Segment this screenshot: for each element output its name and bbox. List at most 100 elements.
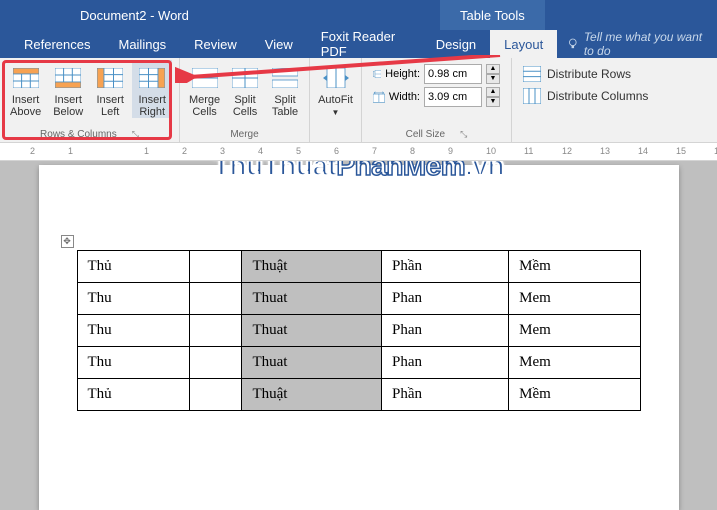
ruler-tick: 13: [600, 146, 610, 156]
table-move-handle-icon[interactable]: ✥: [61, 235, 74, 248]
insert-above-button[interactable]: InsertAbove: [5, 60, 46, 118]
autofit-label: AutoFit: [318, 94, 353, 106]
table-cell[interactable]: Thuật: [242, 379, 382, 411]
width-down-button[interactable]: ▼: [486, 97, 500, 107]
group-rows-columns: InsertAbove InsertBelow InsertLeft Inser…: [0, 58, 180, 142]
ruler-tick: 1: [144, 146, 149, 156]
table-cell[interactable]: Mềm: [509, 379, 640, 411]
table-cell[interactable]: Thuat: [242, 283, 382, 315]
table-cell[interactable]: Phần: [382, 251, 509, 283]
table-row[interactable]: Thủ ThuậtPhầnMềm: [77, 251, 640, 283]
insert-right-button[interactable]: InsertRight: [132, 60, 172, 118]
table-cell[interactable]: Phan: [382, 283, 509, 315]
group-distribute: Distribute Rows Distribute Columns: [512, 58, 662, 142]
table-row[interactable]: Thu ThuatPhanMem: [77, 283, 640, 315]
insert-right-label: InsertRight: [138, 94, 166, 118]
height-input[interactable]: [424, 64, 482, 84]
table-cell[interactable]: Thuật: [242, 251, 382, 283]
merge-cells-button[interactable]: MergeCells: [185, 60, 224, 118]
table-cell[interactable]: Thuat: [242, 347, 382, 379]
window-title: Document2 - Word: [80, 8, 189, 23]
table-cell[interactable]: Thu: [77, 315, 190, 347]
table-cell[interactable]: [190, 379, 242, 411]
insert-above-icon: [13, 68, 39, 88]
table-row[interactable]: Thu ThuatPhanMem: [77, 315, 640, 347]
table-cell[interactable]: Thủ: [77, 379, 190, 411]
ruler-tick: 2: [30, 146, 35, 156]
tab-foxit[interactable]: Foxit Reader PDF: [307, 30, 422, 58]
tab-layout[interactable]: Layout: [490, 30, 557, 58]
distribute-rows-button[interactable]: Distribute Rows: [523, 66, 651, 82]
table-cell[interactable]: Phần: [382, 379, 509, 411]
merge-cells-label: MergeCells: [189, 94, 220, 118]
table-cell[interactable]: [190, 283, 242, 315]
table-cell[interactable]: Thu: [77, 347, 190, 379]
tell-me-text: Tell me what you want to do: [584, 30, 707, 58]
distribute-columns-button[interactable]: Distribute Columns: [523, 88, 651, 104]
height-label: Height:: [385, 68, 420, 80]
ruler-tick: 14: [638, 146, 648, 156]
cell-size-dialog-launcher-icon[interactable]: ⤡: [460, 129, 467, 140]
ruler-tick: 11: [524, 146, 533, 156]
distribute-rows-icon: [523, 66, 541, 82]
width-label: Width:: [389, 91, 420, 103]
table-cell[interactable]: Mềm: [509, 251, 640, 283]
watermark: ThuThuatPhanMem.vn: [213, 161, 504, 182]
split-cells-button[interactable]: SplitCells: [226, 60, 264, 118]
height-down-button[interactable]: ▼: [486, 74, 500, 84]
table-cell[interactable]: Phan: [382, 347, 509, 379]
cell-size-label: Cell Size: [406, 129, 445, 140]
tab-references[interactable]: References: [10, 30, 104, 58]
table-row[interactable]: Thu ThuatPhanMem: [77, 347, 640, 379]
group-merge: MergeCells SplitCells SplitTable Merge: [180, 58, 310, 142]
table-row[interactable]: Thủ ThuậtPhầnMềm: [77, 379, 640, 411]
insert-left-button[interactable]: InsertLeft: [90, 60, 130, 118]
autofit-icon: [323, 68, 349, 88]
height-up-button[interactable]: ▲: [486, 64, 500, 74]
table-cell[interactable]: Mem: [509, 347, 640, 379]
table-cell[interactable]: Mem: [509, 315, 640, 347]
ruler-tick: 12: [562, 146, 572, 156]
lightbulb-icon: [567, 37, 579, 51]
content-table[interactable]: ThủThuậtPhầnMềmThuThuatPhanMemThuThuatPh…: [77, 250, 641, 411]
ruler-tick: 7: [372, 146, 377, 156]
tell-me-search[interactable]: Tell me what you want to do: [567, 30, 707, 58]
table-cell[interactable]: [190, 315, 242, 347]
col-width-icon: [373, 88, 385, 106]
split-table-button[interactable]: SplitTable: [266, 60, 304, 118]
merge-label: Merge: [185, 127, 304, 142]
tab-mailings[interactable]: Mailings: [104, 30, 180, 58]
table-cell[interactable]: Mem: [509, 283, 640, 315]
tab-review[interactable]: Review: [180, 30, 251, 58]
insert-below-icon: [55, 68, 81, 88]
distribute-columns-icon: [523, 88, 541, 104]
table-cell[interactable]: Thu: [77, 283, 190, 315]
width-input[interactable]: [424, 87, 482, 107]
tab-view[interactable]: View: [251, 30, 307, 58]
ruler-tick: 10: [486, 146, 496, 156]
ruler-tick: 9: [448, 146, 453, 156]
autofit-button[interactable]: AutoFit▼: [315, 60, 356, 119]
table-cell[interactable]: Thủ: [77, 251, 190, 283]
insert-left-icon: [97, 68, 123, 88]
horizontal-ruler[interactable]: 2112345678910111213141516: [0, 143, 717, 161]
insert-above-label: InsertAbove: [10, 94, 41, 118]
group-cell-size: Height: ▲▼ Width: ▲▼ Cell Size⤡: [362, 58, 512, 142]
table-cell[interactable]: Thuat: [242, 315, 382, 347]
title-bar: Document2 - Word Table Tools: [0, 0, 717, 30]
width-up-button[interactable]: ▲: [486, 87, 500, 97]
ruler-tick: 2: [182, 146, 187, 156]
insert-left-label: InsertLeft: [96, 94, 124, 118]
ribbon: InsertAbove InsertBelow InsertLeft Inser…: [0, 58, 717, 143]
split-cells-label: SplitCells: [233, 94, 257, 118]
table-cell[interactable]: Phan: [382, 315, 509, 347]
table-cell[interactable]: [190, 347, 242, 379]
table-cell[interactable]: [190, 251, 242, 283]
rows-columns-dialog-launcher-icon[interactable]: ⤡: [132, 129, 139, 140]
contextual-tab-label: Table Tools: [440, 0, 545, 30]
insert-below-button[interactable]: InsertBelow: [48, 60, 88, 118]
ribbon-tabs: References Mailings Review View Foxit Re…: [0, 30, 717, 58]
tab-design[interactable]: Design: [422, 30, 490, 58]
ruler-tick: 3: [220, 146, 225, 156]
split-table-icon: [272, 68, 298, 88]
